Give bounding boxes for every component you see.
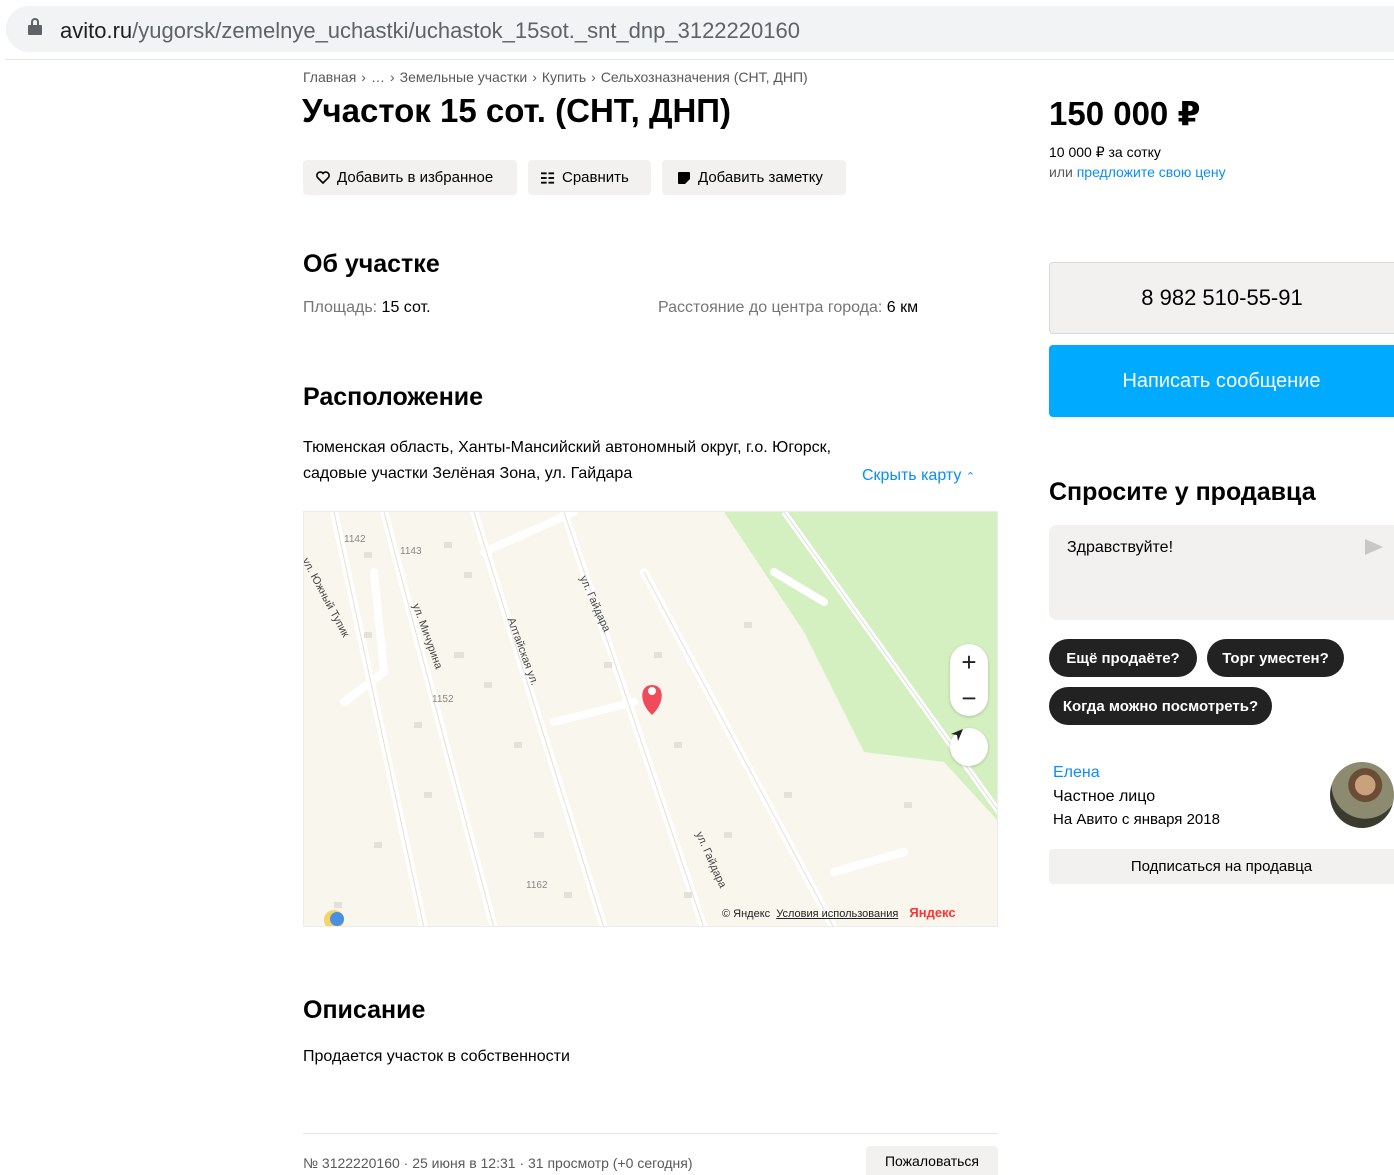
url-host: avito.ru	[60, 18, 133, 43]
distance-label: Расстояние до центра города:	[658, 299, 883, 316]
offer-price-link[interactable]: предложите свою цену	[1077, 164, 1226, 180]
address-text: Тюменская область, Ханты-Мансийский авто…	[303, 439, 832, 482]
seller-avatar[interactable]	[1330, 762, 1394, 828]
breadcrumb: Главная ›… › Земельные участки › Купить › Сельх…	[303, 69, 808, 85]
yandex-logo[interactable]: Яндекс	[909, 905, 955, 920]
subscribe-seller-button[interactable]: Подписаться на продавца	[1049, 849, 1394, 884]
breadcrumb-ellipsis[interactable]: …	[371, 69, 385, 85]
quick-question-chip[interactable]: Торг уместен?	[1207, 639, 1344, 677]
location-heading: Расположение	[303, 383, 484, 411]
add-note-button[interactable]: Добавить заметку	[662, 160, 846, 195]
map-house-number: 1143	[400, 546, 422, 557]
breadcrumb-home[interactable]: Главная	[303, 69, 356, 85]
breadcrumb-category[interactable]: Сельхозназначения (СНТ, ДНП)	[601, 69, 808, 85]
listing-meta: № 3122220160 · 25 июня в 12:31 · 31 прос…	[303, 1155, 693, 1171]
add-to-favorites-button[interactable]: Добавить в избранное	[303, 160, 517, 195]
seller-name-link[interactable]: Елена	[1053, 764, 1100, 782]
page-title: Участок 15 сот. (СНТ, ДНП)	[302, 92, 732, 129]
note-icon	[677, 171, 691, 185]
description-text: Продается участок в собственности	[303, 1048, 570, 1065]
add-to-favorites-label: Добавить в избранное	[337, 169, 494, 186]
quick-question-chip[interactable]: Когда можно посмотреть?	[1049, 687, 1272, 725]
listing-actions: Добавить в избранное Сравнить Добавить з…	[303, 160, 846, 195]
browser-address-bar[interactable]: avito.ru/yugorsk/zemelnye_uchastki/uchas…	[6, 6, 1394, 52]
write-message-button[interactable]: Написать сообщение	[1049, 345, 1394, 417]
price-offer-prefix: или	[1049, 164, 1073, 180]
url-text[interactable]: avito.ru/yugorsk/zemelnye_uchastki/uchas…	[60, 18, 800, 44]
report-button[interactable]: Пожаловаться	[866, 1146, 998, 1175]
map-terms-link[interactable]: Условия использования	[776, 908, 898, 920]
chevron-right-icon: ›	[389, 69, 395, 85]
breadcrumb-land[interactable]: Земельные участки	[400, 69, 528, 85]
area-label: Площадь:	[303, 299, 378, 316]
geolocation-button[interactable]	[950, 728, 988, 766]
compare-button[interactable]: Сравнить	[528, 160, 651, 195]
heart-icon	[316, 171, 330, 185]
add-note-label: Добавить заметку	[698, 169, 823, 186]
map-canvas	[324, 512, 997, 926]
map-zoom-control: + −	[950, 644, 988, 716]
hide-map-link[interactable]: Скрыть карту ⌃	[862, 467, 975, 485]
compare-label: Сравнить	[562, 169, 629, 186]
quick-question-chip[interactable]: Ещё продаёте?	[1049, 639, 1197, 677]
map-copyright-text: © Яндекс	[722, 908, 771, 920]
chevron-up-icon: ⌃	[965, 471, 976, 483]
divider	[303, 1133, 998, 1134]
map-house-number: 1142	[344, 534, 366, 545]
compare-icon	[541, 171, 555, 185]
ask-seller-input[interactable]: Здравствуйте!	[1049, 525, 1394, 620]
seller-type: Частное лицо	[1053, 788, 1156, 805]
chevron-right-icon: ›	[591, 69, 596, 85]
ask-seller-text: Здравствуйте!	[1067, 539, 1174, 556]
seller-since: На Авито с января 2018	[1053, 811, 1220, 828]
breadcrumb-buy[interactable]: Купить	[542, 69, 586, 85]
zoom-in-button[interactable]: +	[950, 644, 988, 680]
area-param: Площадь: 15 сот.	[303, 299, 431, 317]
area-value: 15 сот.	[381, 299, 431, 316]
price-offer: или предложите свою цену	[1049, 164, 1226, 180]
show-phone-button[interactable]: 8 982 510-55-91	[1049, 262, 1394, 334]
chevron-right-icon: ›	[361, 69, 366, 85]
map-house-number: 1162	[526, 880, 548, 891]
map-copyright: © Яндекс Условия использования Яндекс	[722, 905, 956, 920]
lock-icon	[28, 18, 42, 35]
location-map[interactable]: ул. Южный Тупик ул. Мичурина Алтайская у…	[303, 511, 998, 927]
ask-seller-heading: Спросите у продавца	[1049, 478, 1316, 506]
url-path: /yugorsk/zemelnye_uchastki/uchastok_15so…	[132, 18, 800, 43]
divider	[6, 59, 1394, 60]
chevron-right-icon: ›	[532, 69, 537, 85]
hide-map-label: Скрыть карту	[862, 467, 962, 484]
navigation-arrow-icon	[951, 729, 963, 741]
about-heading: Об участке	[303, 250, 440, 278]
price: 150 000 ₽	[1049, 95, 1201, 132]
zoom-out-button[interactable]: −	[950, 680, 988, 716]
map-house-number: 1152	[432, 694, 454, 705]
distance-value: 6 км	[886, 299, 919, 316]
price-per-unit: 10 000 ₽ за сотку	[1049, 144, 1161, 160]
distance-param: Расстояние до центра города: 6 км	[658, 299, 918, 317]
description-heading: Описание	[303, 996, 426, 1024]
send-icon[interactable]	[1365, 539, 1383, 555]
